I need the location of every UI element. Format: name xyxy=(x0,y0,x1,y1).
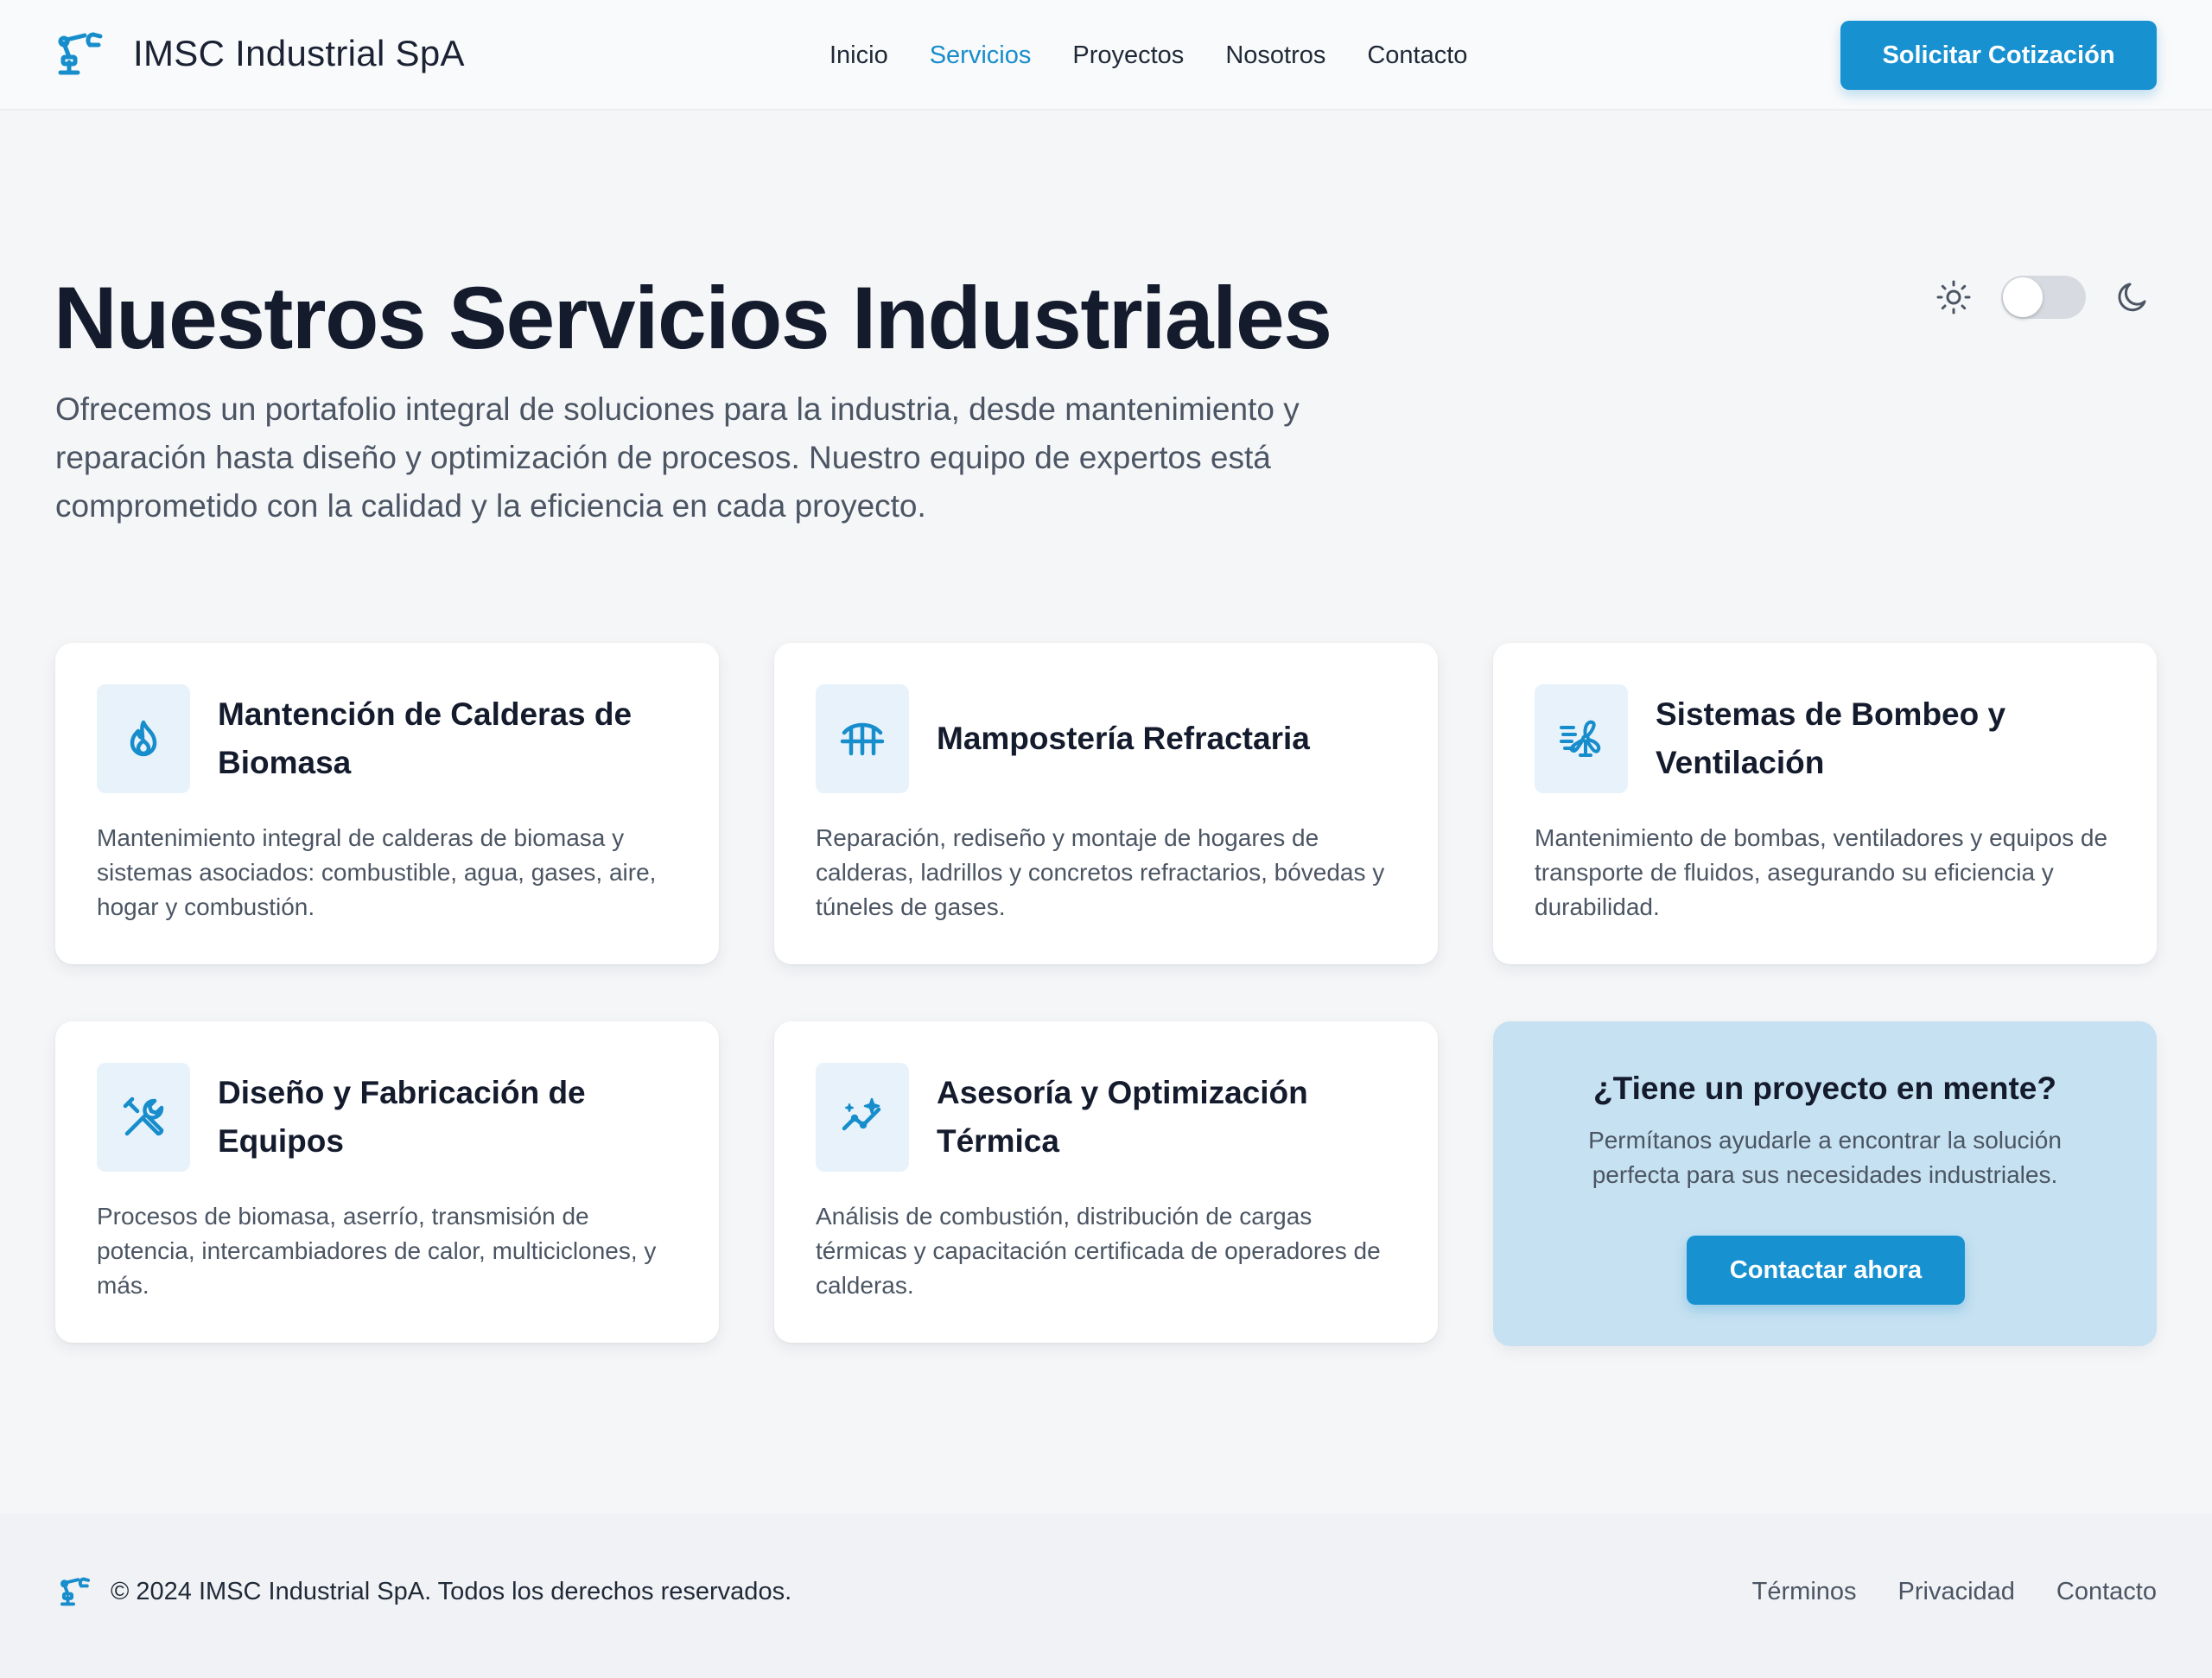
fan-icon xyxy=(1560,720,1601,757)
bridge-icon xyxy=(840,722,885,756)
request-quote-button[interactable]: Solicitar Cotización xyxy=(1840,21,2157,90)
service-title: Sistemas de Bombeo y Ventilación xyxy=(1656,696,2006,780)
tools-icon xyxy=(123,1096,164,1136)
footer-link-contact[interactable]: Contacto xyxy=(2056,1574,2157,1609)
service-icon-tile xyxy=(816,684,909,793)
contact-now-button[interactable]: Contactar ahora xyxy=(1687,1236,1965,1305)
service-card-pumps-ventilation[interactable]: Sistemas de Bombeo y Ventilación Manteni… xyxy=(1493,643,2157,964)
theme-toggle xyxy=(1934,273,2153,321)
copyright-text: © 2024 IMSC Industrial SpA. Todos los de… xyxy=(111,1578,792,1605)
service-card-biomass-boilers[interactable]: Mantención de Calderas de Biomasa Manten… xyxy=(55,643,719,964)
nav-link-contacto[interactable]: Contacto xyxy=(1367,35,1467,76)
robot-arm-icon xyxy=(58,32,103,75)
nav-link-inicio[interactable]: Inicio xyxy=(830,35,888,76)
service-description: Mantenimiento integral de calderas de bi… xyxy=(97,824,657,920)
nav-link-servicios[interactable]: Servicios xyxy=(930,35,1032,76)
service-title: Asesoría y Optimización Térmica xyxy=(937,1075,1308,1159)
service-icon-tile xyxy=(97,684,190,793)
service-description: Análisis de combustión, distribución de … xyxy=(816,1203,1381,1299)
flame-icon xyxy=(130,720,157,757)
service-title: Mampostería Refractaria xyxy=(937,721,1310,756)
sun-icon[interactable] xyxy=(1934,277,1974,317)
brand[interactable]: IMSC Industrial SpA xyxy=(55,31,465,76)
service-description: Procesos de biomasa, aserrío, transmisió… xyxy=(97,1203,657,1299)
service-icon-tile xyxy=(97,1063,190,1172)
service-title: Mantención de Calderas de Biomasa xyxy=(218,696,632,780)
service-icon-tile xyxy=(1535,684,1628,793)
theme-switch-knob xyxy=(2003,277,2043,317)
moon-icon[interactable] xyxy=(2113,277,2153,317)
footer-links: Términos Privacidad Contacto xyxy=(1752,1574,2157,1609)
nav-link-proyectos[interactable]: Proyectos xyxy=(1072,35,1184,76)
service-title: Diseño y Fabricación de Equipos xyxy=(218,1075,586,1159)
footer-link-terms[interactable]: Términos xyxy=(1752,1574,1857,1609)
service-card-refractory[interactable]: Mampostería Refractaria Reparación, redi… xyxy=(774,643,1438,964)
hero-description: Ofrecemos un portafolio integral de solu… xyxy=(55,391,1300,524)
service-description: Reparación, rediseño y montaje de hogare… xyxy=(816,824,1385,920)
page-title: Nuestros Servicios Industriales xyxy=(54,269,1332,367)
robot-arm-icon xyxy=(60,1577,91,1606)
service-card-equipment-design[interactable]: Diseño y Fabricación de Equipos Procesos… xyxy=(55,1021,719,1343)
site-footer: © 2024 IMSC Industrial SpA. Todos los de… xyxy=(0,1514,2212,1678)
cta-text: Permítanos ayudarle a encontrar la soluc… xyxy=(1588,1127,2062,1188)
cta-card: ¿Tiene un proyecto en mente? Permítanos … xyxy=(1493,1021,2157,1346)
service-description: Mantenimiento de bombas, ventiladores y … xyxy=(1535,824,2108,920)
service-card-thermal-consulting[interactable]: Asesoría y Optimización Térmica Análisis… xyxy=(774,1021,1438,1343)
cta-title: ¿Tiene un proyecto en mente? xyxy=(1593,1071,2056,1106)
footer-link-privacy[interactable]: Privacidad xyxy=(1898,1574,2015,1609)
main-nav: Inicio Servicios Proyectos Nosotros Cont… xyxy=(830,35,1467,76)
theme-switch[interactable] xyxy=(2001,276,2086,319)
nav-link-nosotros[interactable]: Nosotros xyxy=(1225,35,1325,76)
site-header: IMSC Industrial SpA Inicio Servicios Pro… xyxy=(0,0,2212,111)
brand-name: IMSC Industrial SpA xyxy=(133,33,465,73)
chart-sparkle-icon xyxy=(842,1097,881,1131)
service-icon-tile xyxy=(816,1063,909,1172)
